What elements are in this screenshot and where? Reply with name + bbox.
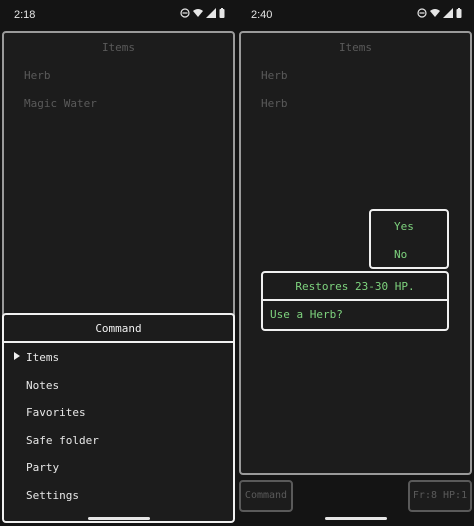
item-herb[interactable]: Herb <box>261 69 288 82</box>
command-button[interactable]: Command <box>239 480 293 512</box>
selection-cursor-icon <box>14 352 20 360</box>
items-panel-title: Items <box>338 41 373 54</box>
command-menu-title: Command <box>4 315 233 343</box>
item-herb[interactable]: Herb <box>24 69 51 82</box>
item-herb[interactable]: Herb <box>261 97 288 110</box>
signal-icon <box>443 8 453 18</box>
left-screen: 2:18 Items Herb Magic Water Command Item… <box>0 0 237 526</box>
status-bar: 2:40 <box>237 0 474 28</box>
command-items[interactable]: Items <box>26 351 59 364</box>
item-dialog: Restores 23-30 HP. Use a Herb? <box>261 271 449 331</box>
status-bar: 2:18 <box>0 0 237 28</box>
status-time: 2:18 <box>14 9 36 21</box>
wifi-icon <box>193 9 203 17</box>
battery-icon <box>219 8 225 18</box>
status-icons <box>417 8 462 18</box>
gesture-nav-bar[interactable] <box>88 517 150 520</box>
item-magic-water[interactable]: Magic Water <box>24 97 97 110</box>
command-favorites[interactable]: Favorites <box>26 406 86 419</box>
signal-icon <box>206 8 216 18</box>
yes-no-menu: Yes No <box>369 209 449 269</box>
use-prompt: Use a Herb? <box>270 308 343 321</box>
command-settings[interactable]: Settings <box>26 489 79 502</box>
no-option[interactable]: No <box>394 248 407 261</box>
yes-option[interactable]: Yes <box>394 220 414 233</box>
command-notes[interactable]: Notes <box>26 379 59 392</box>
items-panel-title: Items <box>101 41 136 54</box>
wifi-icon <box>430 9 440 17</box>
command-party[interactable]: Party <box>26 461 59 474</box>
item-description: Restores 23-30 HP. <box>263 273 447 301</box>
right-screen: 2:40 Items Herb Herb Yes No Restores 23-… <box>237 0 474 526</box>
do-not-disturb-icon <box>180 8 190 18</box>
do-not-disturb-icon <box>417 8 427 18</box>
status-icons <box>180 8 225 18</box>
command-safe-folder[interactable]: Safe folder <box>26 434 99 447</box>
status-time: 2:40 <box>251 9 273 21</box>
gesture-nav-bar[interactable] <box>325 517 387 520</box>
stats-display: Fr:8 HP:1 <box>408 480 472 512</box>
battery-icon <box>456 8 462 18</box>
